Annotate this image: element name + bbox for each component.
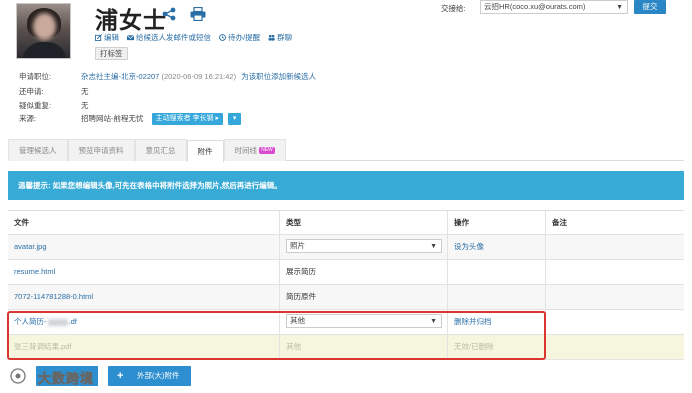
header-type: 类型 bbox=[280, 211, 448, 234]
note-cell bbox=[546, 235, 684, 259]
group-chat-link[interactable]: 群聊 bbox=[268, 32, 292, 43]
group-chat-icon bbox=[268, 34, 275, 41]
send-message-label: 给候选人发邮件或短信 bbox=[136, 33, 211, 42]
suspect-duplicate-label: 疑似重复: bbox=[19, 101, 52, 110]
type-text: 展示简历 bbox=[280, 260, 448, 284]
file-suffix: .df bbox=[68, 317, 77, 326]
chevron-down-icon: ▼ bbox=[616, 4, 623, 11]
header-action: 操作 bbox=[448, 211, 546, 234]
edit-icon bbox=[95, 34, 102, 41]
print-icon[interactable] bbox=[190, 7, 206, 21]
group-chat-label: 群聊 bbox=[277, 33, 293, 42]
suspect-duplicate-value: 无 bbox=[81, 101, 89, 110]
transfer-selected-value: 云招HR(coco.xu@ourats.com) bbox=[484, 2, 586, 11]
tip-alert: 温馨提示: 如果您想编辑头像,可先在表格中将附件选择为照片,然后再进行编辑。 bbox=[8, 171, 684, 200]
transfer-select[interactable]: 云招HR(coco.xu@ourats.com) ▼ bbox=[480, 0, 628, 14]
type-text: 其他 bbox=[280, 335, 448, 359]
tab-timeline-label: 时间线 bbox=[234, 146, 258, 155]
watermark-text: 大数跨境 bbox=[38, 371, 95, 387]
candidate-tabs: 管理候选人 预览申请资料 意见汇总 附件 时间线 NEW bbox=[8, 139, 684, 162]
external-attachment-label: 外部(大)附件 bbox=[137, 371, 180, 380]
todo-reminder-link[interactable]: 待办/提醒 bbox=[219, 32, 260, 43]
transfer-label: 交接给: bbox=[441, 4, 466, 13]
chevron-right-icon: ▸ bbox=[215, 115, 220, 123]
table-row: 张三背调结果.pdf 其他 无效/已删除 bbox=[8, 335, 684, 360]
file-link[interactable]: avatar.jpg bbox=[14, 242, 47, 251]
table-row: avatar.jpg 照片 ▼ 设为头像 bbox=[8, 235, 684, 260]
tab-timeline[interactable]: 时间线 NEW bbox=[223, 139, 286, 161]
header-file: 文件 bbox=[8, 211, 280, 234]
archived-file: 张三背调结果.pdf bbox=[8, 335, 280, 359]
file-prefix: 个人简历- bbox=[14, 317, 47, 326]
send-message-link[interactable]: 给候选人发邮件或短信 bbox=[127, 32, 211, 43]
table-header-row: 文件 类型 操作 备注 bbox=[8, 211, 684, 235]
candidate-name: 浦女士 bbox=[95, 7, 167, 33]
also-applied-value: 无 bbox=[81, 87, 89, 96]
delete-archive-link[interactable]: 删除并归档 bbox=[454, 317, 492, 326]
note-cell bbox=[546, 260, 684, 284]
action-cell bbox=[448, 285, 546, 309]
file-link[interactable]: 7072-114781288-0.html bbox=[14, 292, 93, 301]
watermark-logo-icon bbox=[10, 368, 26, 384]
attachments-table: 文件 类型 操作 备注 avatar.jpg 照片 ▼ 设为头像 resume.… bbox=[8, 210, 684, 360]
todo-icon bbox=[219, 34, 226, 41]
note-cell bbox=[546, 285, 684, 309]
action-cell bbox=[448, 260, 546, 284]
type-select[interactable]: 其他 ▼ bbox=[286, 314, 442, 328]
redacted-text bbox=[47, 318, 68, 326]
tab-attachments[interactable]: 附件 bbox=[186, 140, 224, 162]
also-applied-label: 还申请: bbox=[19, 87, 44, 96]
set-avatar-link[interactable]: 设为头像 bbox=[454, 242, 484, 251]
source-value: 招聘网站-前程无忧 bbox=[81, 114, 144, 123]
plus-icon: + bbox=[117, 370, 124, 382]
position-date: (2020-06-09 16:21:42) bbox=[161, 72, 237, 81]
edit-label: 编辑 bbox=[104, 33, 119, 42]
info-row-source: 来源: 招聘网站-前程无忧 主动搜索者 李长钢 ▸ ▾ bbox=[19, 113, 242, 126]
info-row-suspect-duplicate: 疑似重复: 无 bbox=[19, 100, 89, 111]
table-row: 7072-114781288-0.html 简历原件 bbox=[8, 285, 684, 310]
share-icon[interactable] bbox=[162, 7, 176, 21]
watermark: 大数跨境 bbox=[8, 366, 98, 388]
profile-actions: 编辑 给候选人发邮件或短信 待办/提醒 群聊 bbox=[95, 32, 292, 43]
source-label: 来源: bbox=[19, 114, 37, 123]
new-badge: NEW bbox=[259, 147, 275, 154]
info-row-also-applied: 还申请: 无 bbox=[19, 86, 89, 97]
file-link[interactable]: 个人简历- .df bbox=[14, 317, 77, 326]
header-note: 备注 bbox=[552, 218, 567, 227]
active-searcher-button[interactable]: 主动搜索者 李长钢 ▸ bbox=[151, 113, 224, 126]
candidate-avatar bbox=[16, 3, 71, 59]
position-label: 申请职位: bbox=[19, 72, 52, 81]
type-text: 简历原件 bbox=[280, 285, 448, 309]
info-row-position: 申请职位: 杂志社主编-北京-02207 (2020-06-09 16:21:4… bbox=[19, 71, 316, 82]
active-searcher-label: 主动搜索者 李长钢 bbox=[155, 115, 214, 123]
external-attachment-button[interactable]: + 外部(大)附件 bbox=[108, 366, 191, 386]
table-row: resume.html 展示简历 bbox=[8, 260, 684, 285]
tab-manage-candidate[interactable]: 管理候选人 bbox=[8, 139, 68, 161]
mail-icon bbox=[127, 35, 134, 41]
type-select[interactable]: 照片 ▼ bbox=[286, 239, 442, 253]
edit-link[interactable]: 编辑 bbox=[95, 32, 119, 43]
source-dropdown-button[interactable]: ▾ bbox=[228, 113, 242, 126]
add-tag-button[interactable]: 打标签 bbox=[95, 47, 128, 60]
position-link[interactable]: 杂志社主编-北京-02207 bbox=[81, 72, 159, 81]
submit-button[interactable]: 提交 bbox=[634, 0, 666, 14]
add-candidate-link[interactable]: 为该职位添加新候选人 bbox=[241, 72, 316, 81]
tab-feedback-summary[interactable]: 意见汇总 bbox=[134, 139, 187, 161]
tab-preview-application[interactable]: 预览申请资料 bbox=[67, 139, 135, 161]
note-cell bbox=[546, 310, 684, 334]
chevron-down-icon: ▼ bbox=[430, 243, 437, 250]
todo-reminder-label: 待办/提醒 bbox=[228, 33, 261, 42]
table-row: 个人简历- .df 其他 ▼ 删除并归档 bbox=[8, 310, 684, 335]
type-selected-value: 照片 bbox=[290, 241, 305, 250]
chevron-down-icon: ▼ bbox=[430, 318, 437, 325]
action-cell: 无效/已删除 bbox=[448, 335, 546, 359]
type-selected-value: 其他 bbox=[290, 316, 305, 325]
file-link[interactable]: resume.html bbox=[14, 267, 55, 276]
note-cell bbox=[546, 335, 684, 359]
